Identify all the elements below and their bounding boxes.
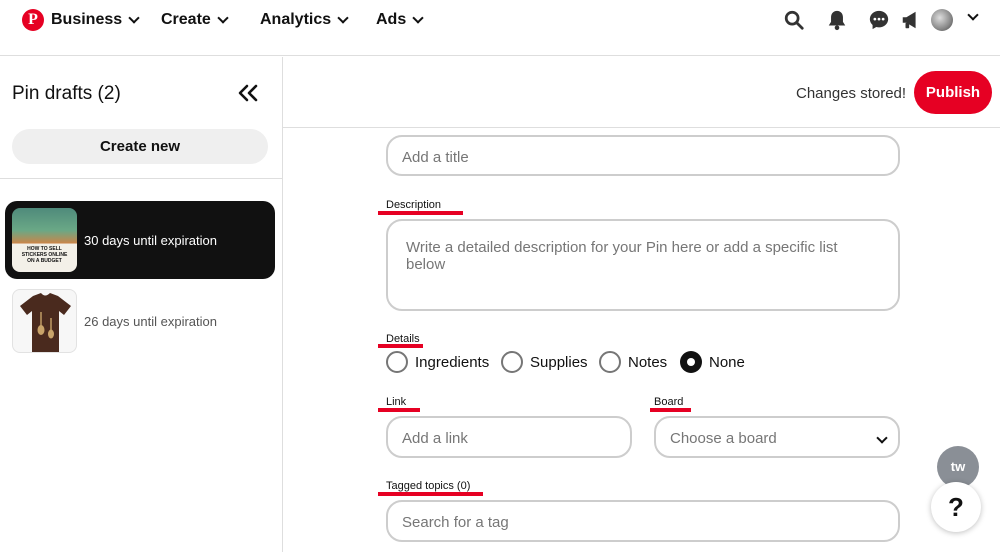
radio-unchecked-icon <box>386 351 408 373</box>
account-chevron-down-icon[interactable] <box>967 9 979 21</box>
thumbnail-caption: HOW TO SELL STICKERS ONLINE ON A BUDGET <box>21 246 68 264</box>
messages-icon[interactable] <box>868 9 890 31</box>
details-option-notes[interactable]: Notes <box>599 351 667 373</box>
radio-label: Notes <box>628 353 668 371</box>
draft-thumbnail <box>12 289 77 353</box>
chevron-down-icon <box>412 11 424 24</box>
draft-item-2[interactable]: 26 days until expiration <box>5 282 275 360</box>
search-icon[interactable] <box>783 9 805 31</box>
annotation-underline <box>378 492 483 496</box>
tagged-topics-label: Tagged topics (0) <box>386 480 471 492</box>
drafts-title-text: Pin drafts <box>12 83 93 104</box>
radio-checked-icon <box>680 351 702 373</box>
details-option-none[interactable]: None <box>680 351 745 373</box>
link-label: Link <box>386 396 407 408</box>
chevron-down-icon <box>337 11 349 24</box>
tshirt-image <box>20 293 71 352</box>
save-status: Changes stored! <box>796 85 907 102</box>
annotation-underline <box>650 408 691 412</box>
editor-header: Changes stored! Publish <box>283 57 1000 128</box>
collapse-sidebar-icon[interactable] <box>236 83 260 103</box>
chevron-down-icon <box>876 432 888 444</box>
nav-analytics-label: Analytics <box>260 11 332 28</box>
annotation-underline <box>378 211 463 215</box>
nav-ads[interactable]: Ads <box>376 11 424 29</box>
radio-label: None <box>709 353 745 371</box>
title-input[interactable]: Add a title <box>386 135 900 176</box>
description-textarea[interactable]: Write a detailed description for your Pi… <box>386 219 900 311</box>
drafts-sidebar: Pin drafts (2) Create new HOW TO SELL ST… <box>0 57 283 552</box>
chevron-down-icon <box>217 11 229 24</box>
radio-label: Supplies <box>530 353 588 371</box>
nav-create[interactable]: Create <box>161 11 229 29</box>
details-option-supplies[interactable]: Supplies <box>501 351 588 373</box>
top-nav: P Business Create Analytics Ads <box>0 0 1000 56</box>
avatar[interactable] <box>931 9 953 31</box>
annotation-underline <box>378 408 420 412</box>
pin-editor: Changes stored! Publish Add a title Desc… <box>283 57 1000 552</box>
radio-label: Ingredients <box>415 353 490 371</box>
bell-icon[interactable] <box>826 9 848 31</box>
draft-thumbnail: HOW TO SELL STICKERS ONLINE ON A BUDGET <box>12 208 77 272</box>
board-label: Board <box>654 396 684 408</box>
description-label: Description <box>386 199 442 211</box>
board-select[interactable]: Choose a board <box>654 416 900 458</box>
nav-analytics[interactable]: Analytics <box>260 11 349 29</box>
nav-create-label: Create <box>161 11 211 28</box>
draft-expiration: 30 days until expiration <box>84 233 217 248</box>
publish-button[interactable]: Publish <box>914 71 992 114</box>
draft-item-1[interactable]: HOW TO SELL STICKERS ONLINE ON A BUDGET … <box>5 201 275 279</box>
nav-business[interactable]: Business <box>51 11 140 29</box>
nav-business-label: Business <box>51 11 123 28</box>
radio-unchecked-icon <box>501 351 523 373</box>
description-placeholder: Write a detailed description for your Pi… <box>406 239 838 273</box>
nav-ads-label: Ads <box>376 11 407 28</box>
create-new-button[interactable]: Create new <box>12 129 268 164</box>
megaphone-icon[interactable] <box>900 9 922 31</box>
drafts-title: Pin drafts (2) <box>12 83 121 105</box>
link-placeholder: Add a link <box>402 430 468 447</box>
help-button[interactable]: ? <box>931 482 981 532</box>
annotation-underline <box>378 344 423 348</box>
link-input[interactable]: Add a link <box>386 416 632 458</box>
drafts-count: (2) <box>97 83 121 104</box>
draft-expiration: 26 days until expiration <box>84 314 217 329</box>
pinterest-logo-icon[interactable]: P <box>22 9 44 31</box>
tag-search-input[interactable]: Search for a tag <box>386 500 900 542</box>
board-placeholder: Choose a board <box>670 430 777 447</box>
radio-unchecked-icon <box>599 351 621 373</box>
tag-search-placeholder: Search for a tag <box>402 514 509 531</box>
details-option-ingredients[interactable]: Ingredients <box>386 351 489 373</box>
title-placeholder: Add a title <box>402 149 469 166</box>
chevron-down-icon <box>128 11 140 24</box>
sidebar-divider <box>0 178 282 179</box>
